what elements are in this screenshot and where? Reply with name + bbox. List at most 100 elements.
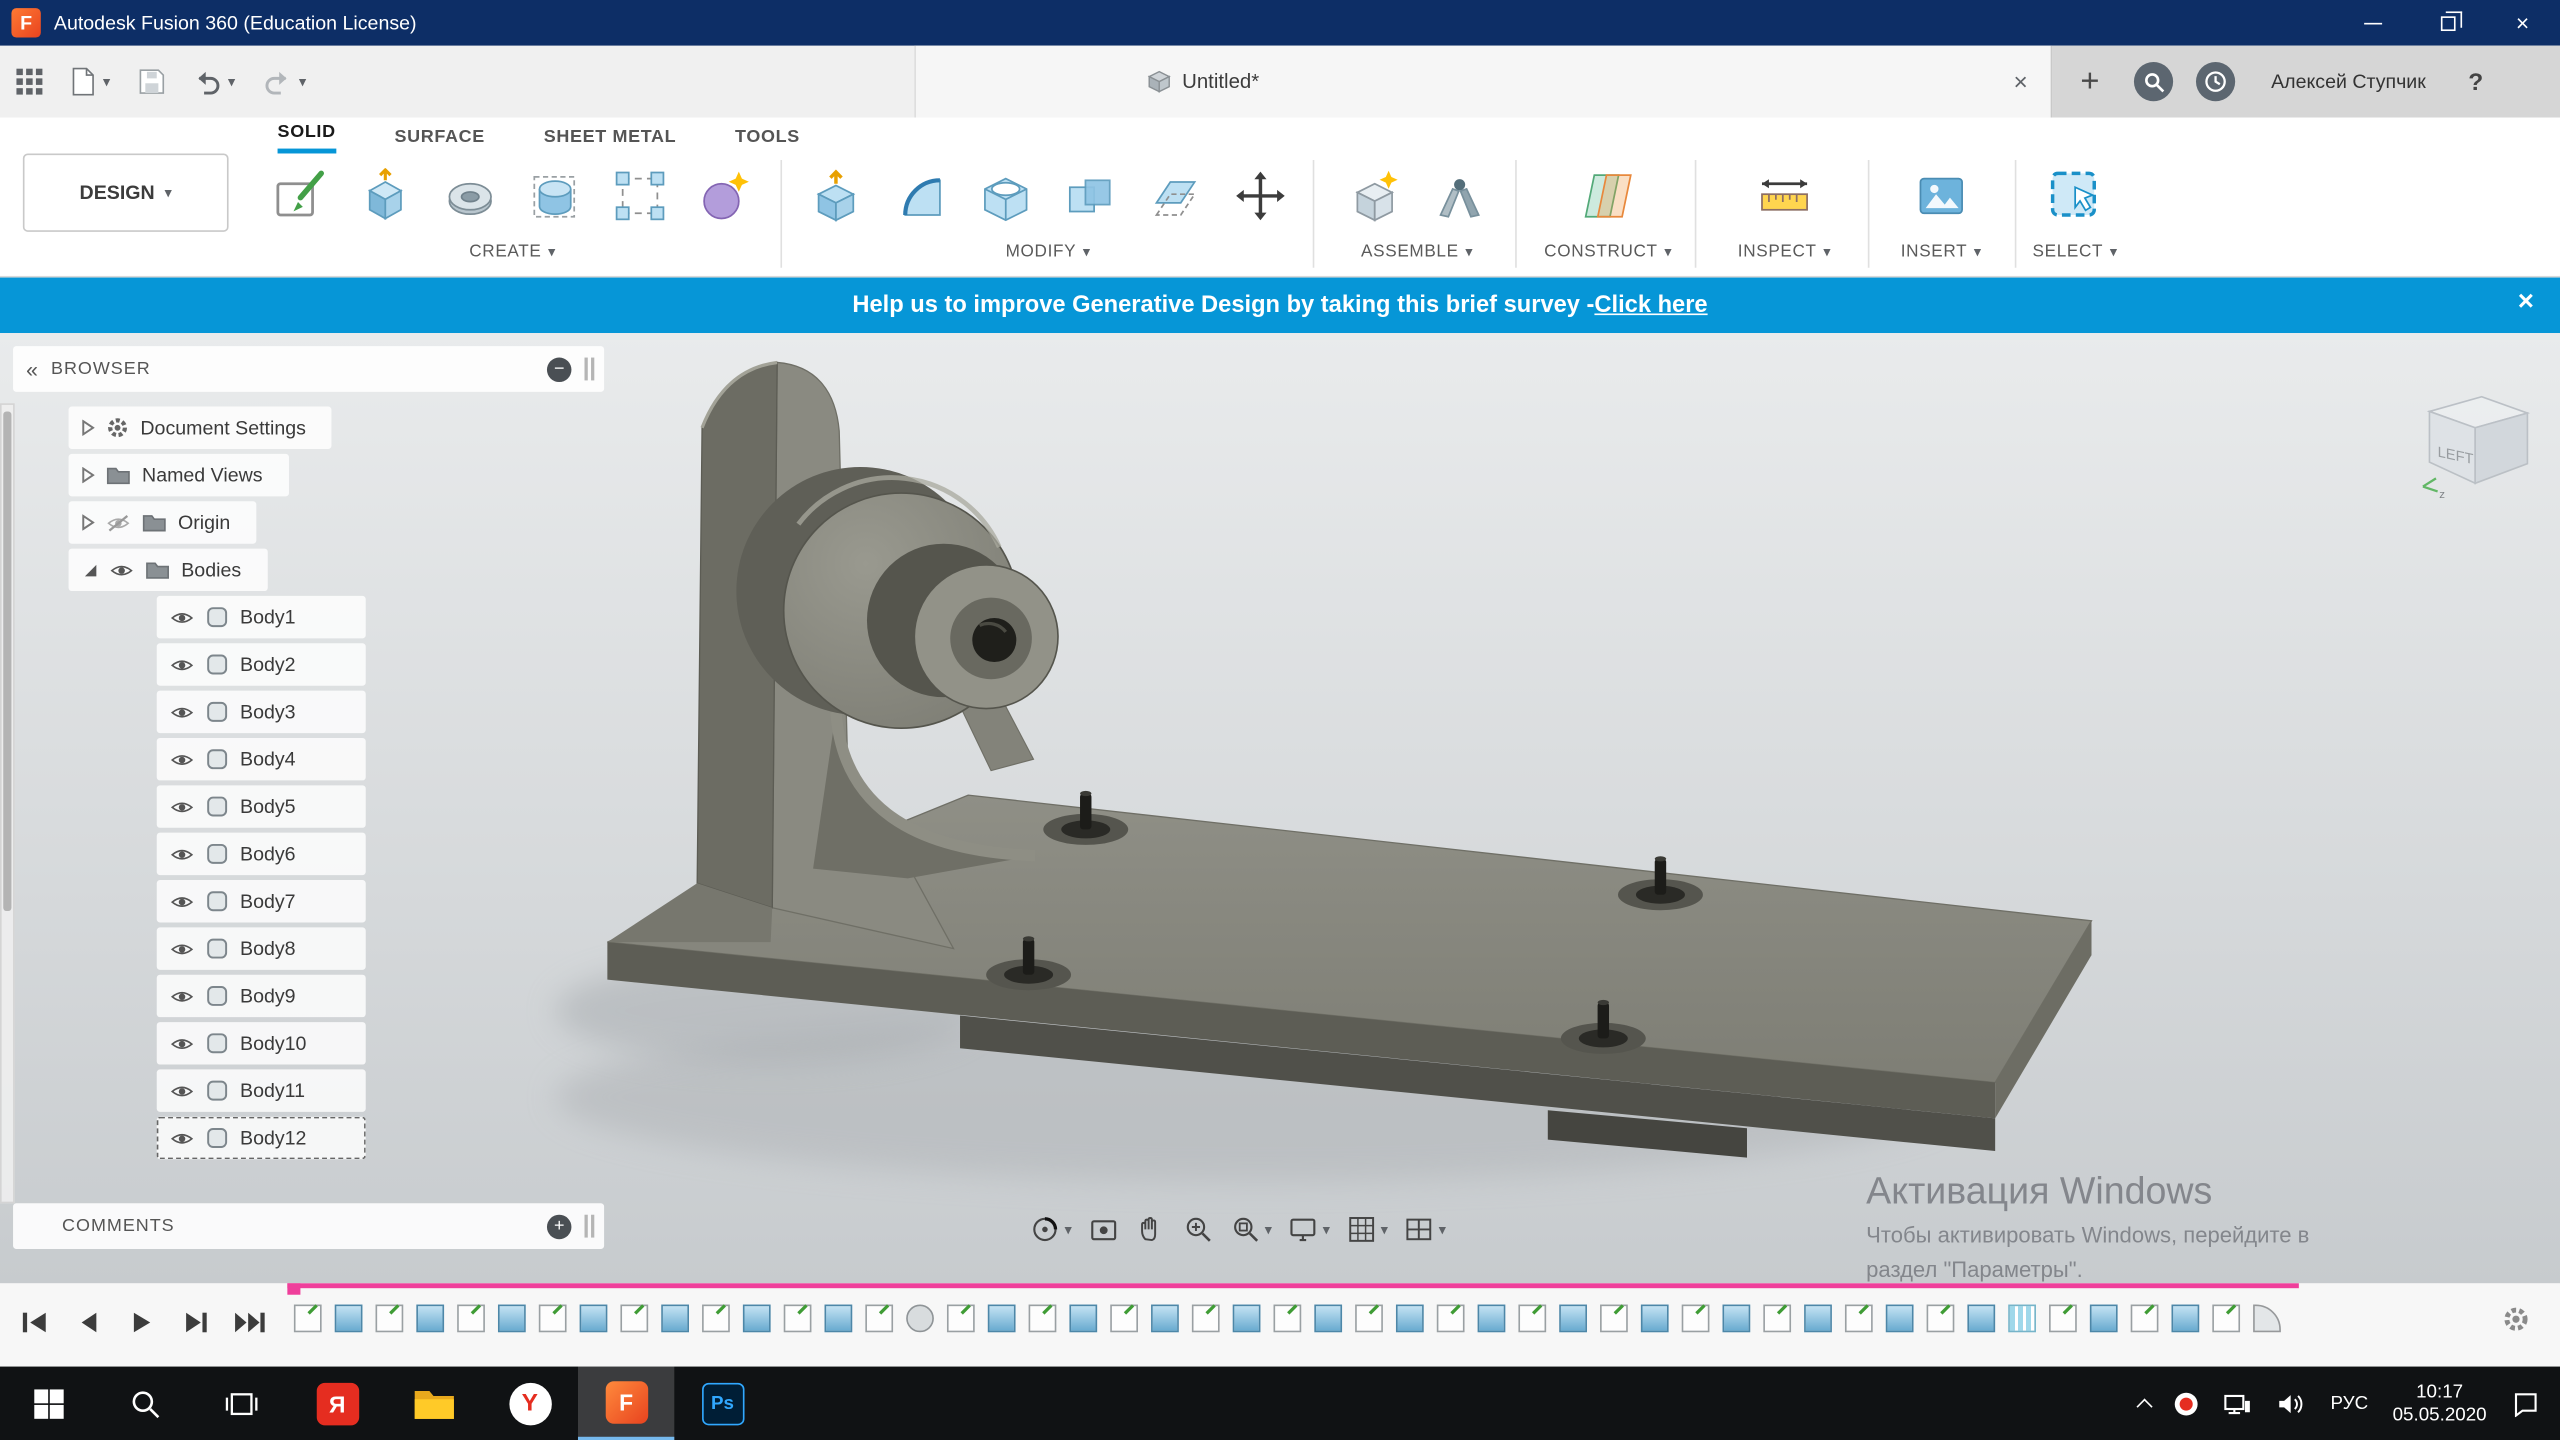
create-sketch-button[interactable]	[263, 160, 338, 232]
tray-expand-icon[interactable]	[2137, 1398, 2153, 1414]
select-button[interactable]	[2038, 160, 2113, 232]
timeline-feature-sketch[interactable]	[1845, 1305, 1873, 1333]
pan-button[interactable]	[1131, 1210, 1170, 1249]
timeline-feature-extrude[interactable]	[743, 1305, 771, 1333]
timeline-feature-extrude[interactable]	[661, 1305, 689, 1333]
timeline-feature-extrude[interactable]	[1804, 1305, 1832, 1333]
measure-button[interactable]	[1747, 160, 1822, 232]
network-icon[interactable]	[2223, 1390, 2252, 1416]
timeline-feature-extrude[interactable]	[1069, 1305, 1097, 1333]
browser-item-named-views[interactable]: Named Views	[69, 454, 289, 496]
timeline-feature-sketch[interactable]	[1518, 1305, 1546, 1333]
browser-body-row[interactable]: Body3	[157, 691, 366, 733]
scrollbar-thumb[interactable]	[3, 411, 11, 911]
timeline-feature-sketch[interactable]	[376, 1305, 404, 1333]
collapse-panel-icon[interactable]: «	[26, 357, 38, 381]
visibility-off-icon[interactable]	[106, 513, 130, 531]
timeline-feature-extrude[interactable]	[1722, 1305, 1750, 1333]
timeline-feature-sketch[interactable]	[1437, 1305, 1465, 1333]
cylinder-primitive-button[interactable]	[518, 160, 593, 232]
new-component-button[interactable]	[1337, 160, 1412, 232]
design-workspace-button[interactable]: DESIGN ▾	[23, 153, 229, 231]
tab-sheet-metal[interactable]: SHEET METAL	[544, 127, 677, 153]
timeline-feature-extrude[interactable]	[2171, 1305, 2199, 1333]
group-create-label[interactable]: CREATE▾	[255, 242, 771, 262]
browser-body-row[interactable]: Body8	[157, 927, 366, 969]
timeline-feature-sketch[interactable]	[784, 1305, 812, 1333]
joint-button[interactable]	[1422, 160, 1497, 232]
tab-surface[interactable]: SURFACE	[395, 127, 485, 153]
search-help-button[interactable]	[2134, 62, 2173, 101]
timeline-feature-sketch[interactable]	[1110, 1305, 1138, 1333]
notification-center-icon[interactable]	[2511, 1390, 2540, 1416]
browser-body-row[interactable]: Body7	[157, 880, 366, 922]
press-pull-button[interactable]	[798, 160, 873, 232]
timeline-feature-extrude[interactable]	[1559, 1305, 1587, 1333]
browser-body-row[interactable]: Body4	[157, 738, 366, 780]
viewports-button[interactable]: ▾	[1399, 1210, 1449, 1249]
offset-face-button[interactable]	[1138, 160, 1213, 232]
timeline-feature-fillet[interactable]	[2253, 1305, 2281, 1333]
timeline-feature-extrude[interactable]	[825, 1305, 853, 1333]
display-settings-button[interactable]: ▾	[1283, 1210, 1333, 1249]
move-copy-button[interactable]	[1223, 160, 1298, 232]
job-status-button[interactable]	[2196, 62, 2235, 101]
group-inspect-label[interactable]: INSPECT▾	[1705, 242, 1865, 262]
step-back-button[interactable]	[70, 1305, 104, 1339]
browser-body-row[interactable]: Body12	[157, 1117, 366, 1159]
browser-header[interactable]: « BROWSER −	[13, 346, 604, 392]
view-cube[interactable]: LEFT z	[2410, 369, 2547, 506]
timeline-feature-extrude[interactable]	[1967, 1305, 1995, 1333]
banner-close-icon[interactable]: ×	[2518, 286, 2534, 319]
timeline-feature-thread[interactable]	[2008, 1305, 2036, 1333]
timeline-feature-sketch[interactable]	[1029, 1305, 1057, 1333]
start-button[interactable]	[0, 1367, 96, 1440]
timeline-feature-extrude[interactable]	[335, 1305, 363, 1333]
tab-solid[interactable]: SOLID	[278, 122, 336, 153]
browser-item-origin[interactable]: Origin	[69, 501, 257, 543]
close-button[interactable]: ×	[2485, 0, 2560, 46]
timeline-feature-sketch[interactable]	[1355, 1305, 1383, 1333]
fit-button[interactable]: ▾	[1225, 1210, 1275, 1249]
taskbar-app-photoshop[interactable]: Ps	[674, 1367, 770, 1440]
timeline-feature-extrude[interactable]	[416, 1305, 444, 1333]
group-modify-label[interactable]: MODIFY▾	[787, 242, 1309, 262]
file-menu-button[interactable]: ▾	[70, 67, 110, 96]
expand-caret-icon[interactable]	[82, 514, 95, 530]
restore-button[interactable]	[2410, 0, 2485, 46]
visibility-eye-icon[interactable]	[170, 987, 194, 1005]
browser-body-row[interactable]: Body6	[157, 833, 366, 875]
visibility-eye-icon[interactable]	[170, 608, 194, 626]
taskbar-app-yandex-browser[interactable]: Я	[289, 1367, 385, 1440]
timeline-feature-sketch[interactable]	[2131, 1305, 2159, 1333]
visibility-eye-icon[interactable]	[170, 845, 194, 863]
group-insert-label[interactable]: INSERT▾	[1871, 242, 2011, 262]
user-account-button[interactable]: Алексей Ступчик	[2271, 70, 2426, 93]
taskbar-app-file-explorer[interactable]	[385, 1367, 481, 1440]
visibility-eye-icon[interactable]	[170, 1082, 194, 1100]
clock[interactable]: 10:17 05.05.2020	[2393, 1380, 2487, 1426]
new-tab-button[interactable]: +	[2069, 63, 2111, 101]
browser-body-row[interactable]: Body11	[157, 1069, 366, 1111]
taskbar-app-fusion360[interactable]: F	[578, 1367, 674, 1440]
insert-canvas-button[interactable]	[1904, 160, 1979, 232]
grid-layout-button[interactable]: ▾	[1341, 1210, 1391, 1249]
visibility-eye-icon[interactable]	[170, 1129, 194, 1147]
visibility-eye-icon[interactable]	[170, 892, 194, 910]
app-grid-button[interactable]	[16, 69, 42, 95]
comments-panel[interactable]: COMMENTS +	[13, 1203, 604, 1249]
timeline-feature-extrude[interactable]	[1886, 1305, 1914, 1333]
undo-button[interactable]: ▾	[192, 69, 235, 95]
timeline-feature-revolve[interactable]	[906, 1305, 934, 1333]
timeline-feature-sketch[interactable]	[2212, 1305, 2240, 1333]
browser-grip-handle[interactable]	[585, 358, 595, 381]
timeline-feature-sketch[interactable]	[294, 1305, 322, 1333]
timeline-feature-sketch[interactable]	[457, 1305, 485, 1333]
visibility-eye-icon[interactable]	[170, 940, 194, 958]
document-tab[interactable]: Untitled* ×	[914, 46, 2052, 118]
shell-button[interactable]	[968, 160, 1043, 232]
timeline-feature-extrude[interactable]	[580, 1305, 608, 1333]
task-view-button[interactable]	[193, 1367, 289, 1440]
browser-body-row[interactable]: Body5	[157, 785, 366, 827]
timeline-feature-sketch[interactable]	[620, 1305, 648, 1333]
